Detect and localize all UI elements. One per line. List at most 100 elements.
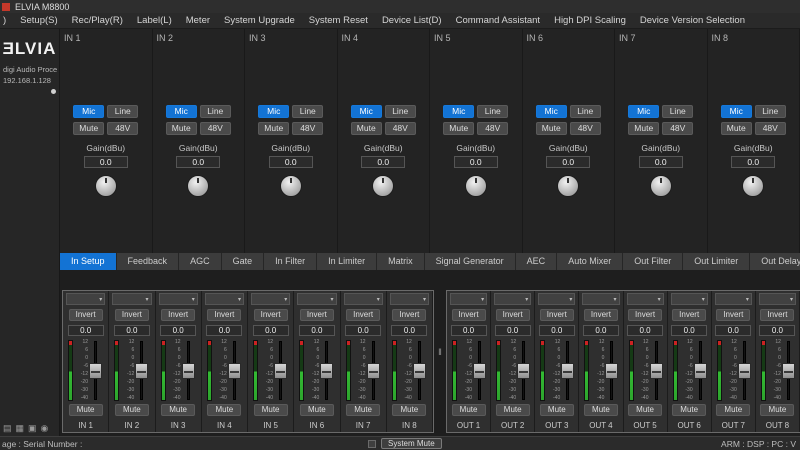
channel-dropdown[interactable]: ▾ [159, 293, 198, 305]
gain-knob[interactable] [557, 175, 579, 197]
gain-value[interactable]: 0.0 [269, 156, 313, 168]
phantom-48v-button[interactable]: 48V [292, 122, 323, 135]
channel-dropdown[interactable]: ▾ [66, 293, 105, 305]
menu-item[interactable]: Device Version Selection [633, 15, 752, 26]
mute-button[interactable]: Mute [760, 404, 794, 416]
mute-button[interactable]: Mute [628, 122, 659, 135]
menu-item[interactable]: System Reset [302, 15, 375, 26]
mute-button[interactable]: Mute [672, 404, 706, 416]
tab-in-setup[interactable]: In Setup [60, 253, 117, 270]
phantom-48v-button[interactable]: 48V [385, 122, 416, 135]
channel-dropdown[interactable]: ▾ [251, 293, 290, 305]
invert-button[interactable]: Invert [540, 309, 574, 321]
mute-button[interactable]: Mute [452, 404, 486, 416]
invert-button[interactable]: Invert [207, 309, 241, 321]
record-icon[interactable]: ◉ [41, 423, 49, 433]
menu-item[interactable]: High DPI Scaling [547, 15, 633, 26]
level-value[interactable]: 0.0 [253, 325, 289, 336]
mute-button[interactable]: Mute [207, 404, 241, 416]
invert-button[interactable]: Invert [161, 309, 195, 321]
mute-button[interactable]: Mute [721, 122, 752, 135]
menu-item[interactable]: Command Assistant [449, 15, 547, 26]
fader-handle[interactable] [561, 363, 574, 379]
level-value[interactable]: 0.0 [68, 325, 104, 336]
window-icon[interactable]: ▣ [28, 423, 37, 433]
splitter-handle[interactable]: ‖ [434, 347, 446, 357]
line-button[interactable]: Line [292, 105, 323, 118]
invert-button[interactable]: Invert [584, 309, 618, 321]
tab-auto-mixer[interactable]: Auto Mixer [557, 253, 623, 270]
line-button[interactable]: Line [385, 105, 416, 118]
invert-button[interactable]: Invert [69, 309, 103, 321]
channel-dropdown[interactable]: ▾ [450, 293, 487, 305]
phantom-48v-button[interactable]: 48V [662, 122, 693, 135]
level-value[interactable]: 0.0 [715, 325, 751, 336]
fader-handle[interactable] [782, 363, 795, 379]
channel-dropdown[interactable]: ▾ [344, 293, 383, 305]
mute-button[interactable]: Mute [258, 122, 289, 135]
channel-dropdown[interactable]: ▾ [494, 293, 531, 305]
mute-button[interactable]: Mute [73, 122, 104, 135]
line-button[interactable]: Line [107, 105, 138, 118]
invert-button[interactable]: Invert [760, 309, 794, 321]
channel-dropdown[interactable]: ▾ [297, 293, 336, 305]
gain-value[interactable]: 0.0 [546, 156, 590, 168]
level-value[interactable]: 0.0 [391, 325, 427, 336]
fader-handle[interactable] [694, 363, 707, 379]
menu-item[interactable]: Device List(D) [375, 15, 449, 26]
mic-button[interactable]: Mic [73, 105, 104, 118]
gain-value[interactable]: 0.0 [361, 156, 405, 168]
channel-dropdown[interactable]: ▾ [582, 293, 619, 305]
level-value[interactable]: 0.0 [160, 325, 196, 336]
fader-handle[interactable] [228, 363, 241, 379]
invert-button[interactable]: Invert [115, 309, 149, 321]
fader-handle[interactable] [320, 363, 333, 379]
mute-button[interactable]: Mute [584, 404, 618, 416]
menu-item[interactable]: System Upgrade [217, 15, 302, 26]
grid-icon[interactable]: ▤ [3, 423, 12, 433]
menu-item[interactable]: Label(L) [130, 15, 179, 26]
channel-dropdown[interactable]: ▾ [627, 293, 664, 305]
phantom-48v-button[interactable]: 48V [200, 122, 231, 135]
mute-button[interactable]: Mute [540, 404, 574, 416]
mic-button[interactable]: Mic [351, 105, 382, 118]
line-button[interactable]: Line [477, 105, 508, 118]
invert-button[interactable]: Invert [346, 309, 380, 321]
system-mute-button[interactable]: System Mute [381, 438, 442, 449]
gain-knob[interactable] [187, 175, 209, 197]
mute-button[interactable]: Mute [496, 404, 530, 416]
level-value[interactable]: 0.0 [451, 325, 487, 336]
line-button[interactable]: Line [755, 105, 786, 118]
level-value[interactable]: 0.0 [495, 325, 531, 336]
gain-value[interactable]: 0.0 [454, 156, 498, 168]
mute-button[interactable]: Mute [716, 404, 750, 416]
invert-button[interactable]: Invert [300, 309, 334, 321]
level-value[interactable]: 0.0 [539, 325, 575, 336]
fader-handle[interactable] [182, 363, 195, 379]
level-value[interactable]: 0.0 [759, 325, 795, 336]
mic-button[interactable]: Mic [443, 105, 474, 118]
mute-button[interactable]: Mute [628, 404, 662, 416]
fader-handle[interactable] [135, 363, 148, 379]
gain-knob[interactable] [650, 175, 672, 197]
mic-button[interactable]: Mic [628, 105, 659, 118]
mute-button[interactable]: Mute [346, 404, 380, 416]
gain-knob[interactable] [372, 175, 394, 197]
menu-item[interactable]: Setup(S) [13, 15, 65, 26]
tab-feedback[interactable]: Feedback [117, 253, 180, 270]
channel-dropdown[interactable]: ▾ [112, 293, 151, 305]
tab-matrix[interactable]: Matrix [377, 253, 425, 270]
menu-item[interactable]: Meter [179, 15, 217, 26]
gain-knob[interactable] [280, 175, 302, 197]
mute-button[interactable]: Mute [392, 404, 426, 416]
mute-button[interactable]: Mute [536, 122, 567, 135]
channel-dropdown[interactable]: ▾ [759, 293, 796, 305]
mute-button[interactable]: Mute [161, 404, 195, 416]
mic-button[interactable]: Mic [721, 105, 752, 118]
mic-button[interactable]: Mic [258, 105, 289, 118]
line-button[interactable]: Line [570, 105, 601, 118]
fader-handle[interactable] [738, 363, 751, 379]
phantom-48v-button[interactable]: 48V [570, 122, 601, 135]
mute-button[interactable]: Mute [300, 404, 334, 416]
fader-handle[interactable] [605, 363, 618, 379]
